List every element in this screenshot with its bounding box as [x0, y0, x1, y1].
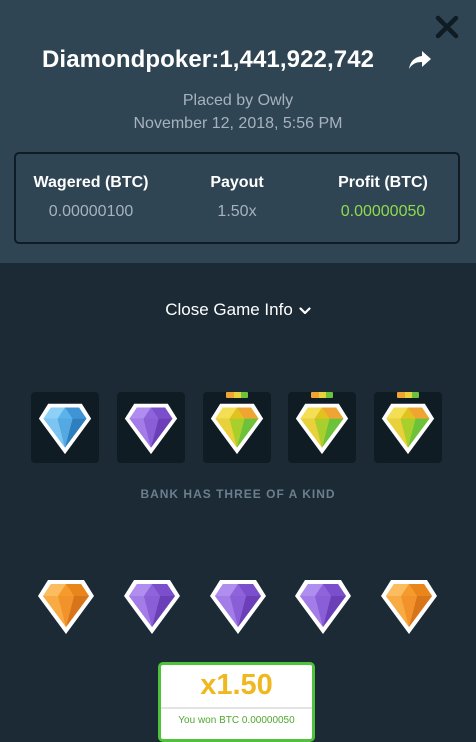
orange-diamond-icon: [35, 576, 97, 636]
bet-stats-box: Wagered (BTC) 0.00000100 Payout 1.50x Pr…: [14, 152, 460, 244]
close-icon[interactable]: [432, 12, 462, 42]
orange-diamond-icon: [378, 576, 440, 636]
wagered-value: 0.00000100: [48, 203, 134, 220]
close-game-info-label: Close Game Info: [165, 300, 293, 319]
purple-diamond-icon: [123, 400, 179, 456]
result-divider: [161, 707, 312, 709]
payout-label: Payout: [210, 174, 264, 191]
win-multiplier: x1.50: [200, 669, 273, 701]
placed-by-text: Placed by Owly: [182, 92, 294, 109]
bank-card-4: [288, 392, 356, 463]
win-result-box: x1.50 You won BTC 0.00000050: [158, 662, 315, 742]
bank-card-3: [203, 392, 271, 463]
bank-card-5: [374, 392, 442, 463]
purple-diamond-icon: [292, 576, 354, 636]
yellow-diamond-icon: [294, 400, 350, 456]
winning-indicator: [311, 392, 333, 398]
wagered-stat: Wagered (BTC) 0.00000100: [16, 174, 166, 221]
profit-label: Profit (BTC): [338, 174, 428, 191]
bank-result-label: BANK HAS THREE OF A KIND: [140, 487, 336, 501]
profit-stat: Profit (BTC) 0.00000050: [308, 174, 458, 221]
winning-indicator: [226, 392, 248, 398]
chevron-down-icon: [299, 306, 311, 314]
win-message: You won BTC 0.00000050: [178, 715, 295, 726]
payout-value: 1.50x: [217, 203, 257, 220]
yellow-diamond-icon: [209, 400, 265, 456]
purple-diamond-icon: [121, 576, 183, 636]
bank-card-2: [117, 392, 185, 463]
close-game-info-button[interactable]: Close Game Info: [0, 300, 476, 320]
purple-diamond-icon: [207, 576, 269, 636]
wagered-label: Wagered (BTC): [33, 174, 149, 191]
bank-card-1: [31, 392, 99, 463]
bet-title-row: Diamondpoker:1,441,922,742: [0, 44, 476, 80]
blue-diamond-icon: [37, 400, 93, 456]
bet-info-panel: Diamondpoker:1,441,922,742 Placed by Owl…: [0, 0, 476, 263]
yellow-diamond-icon: [380, 400, 436, 456]
payout-stat: Payout 1.50x: [162, 174, 312, 221]
placed-date-text: November 12, 2018, 5:56 PM: [133, 115, 343, 132]
share-icon[interactable]: [407, 48, 433, 72]
winning-indicator: [397, 392, 419, 398]
bet-title: Diamondpoker:1,441,922,742: [42, 46, 375, 73]
profit-value: 0.00000050: [340, 203, 426, 220]
